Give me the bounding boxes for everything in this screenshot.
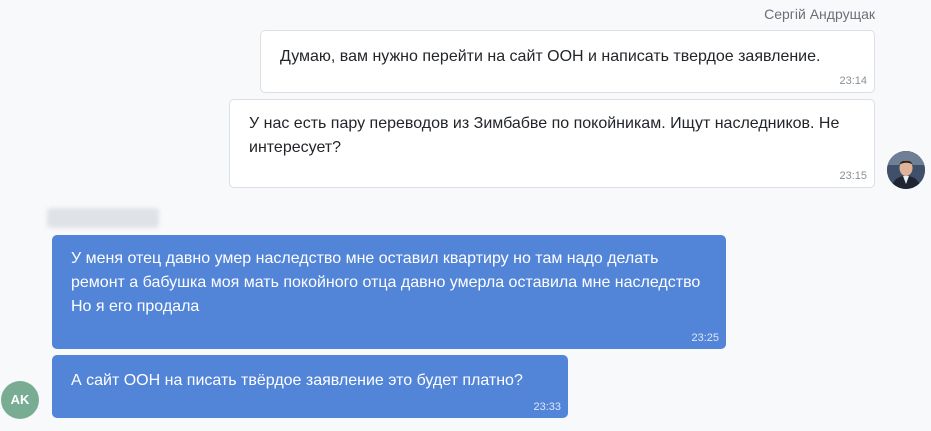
person-photo-icon [887,151,925,189]
message-text: У меня отец давно умер наследство мне ос… [71,250,701,315]
message-text: У нас есть пару переводов из Зимбабве по… [249,115,840,156]
message-text: Думаю, вам нужно перейти на сайт ООН и н… [280,48,821,65]
outgoing-sender-name: Сергій Андрущак [764,6,875,22]
message-timestamp: 23:25 [691,332,719,344]
outgoing-message-bubble[interactable]: У нас есть пару переводов из Зимбабве по… [229,99,875,188]
initials-avatar-icon[interactable]: AK [1,381,39,419]
user-photo-avatar-icon[interactable] [887,151,925,189]
message-timestamp: 23:14 [839,75,867,87]
incoming-message-bubble[interactable]: А сайт ООН на писать твёрдое заявление э… [52,355,568,418]
incoming-message-bubble[interactable]: У меня отец давно умер наследство мне ос… [52,235,726,349]
blurred-sender-name [47,208,159,228]
message-timestamp: 23:33 [533,401,561,413]
message-text: А сайт ООН на писать твёрдое заявление э… [71,372,523,389]
outgoing-message-bubble[interactable]: Думаю, вам нужно перейти на сайт ООН и н… [260,30,875,93]
message-timestamp: 23:15 [839,170,867,182]
